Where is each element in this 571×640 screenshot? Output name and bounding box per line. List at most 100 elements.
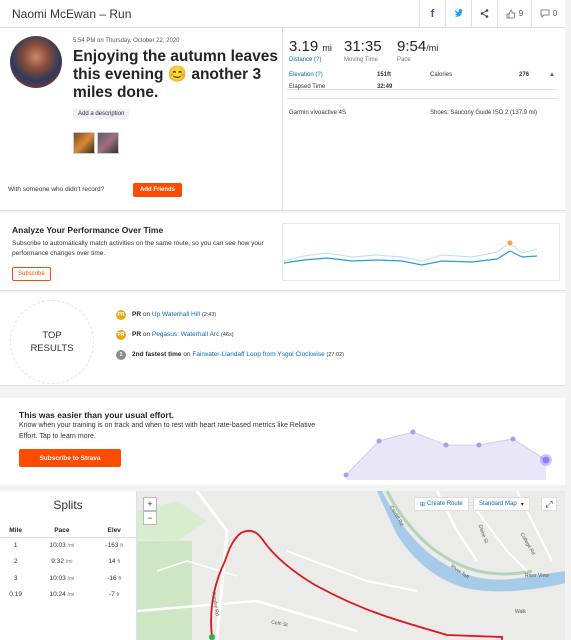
comment-count: 0 bbox=[552, 9, 558, 18]
comment-icon bbox=[540, 9, 550, 18]
info-mark: (?) bbox=[315, 72, 323, 78]
athlete-avatar[interactable] bbox=[10, 36, 62, 88]
moving-time-value: 31:35 bbox=[344, 38, 382, 55]
map-type-label: Standard Map bbox=[479, 501, 517, 507]
effort-point bbox=[410, 429, 416, 435]
achievements-panel: TOP RESULTS PR PR on Up Waterhall Hill (… bbox=[0, 293, 565, 386]
achievement-on: on bbox=[183, 351, 191, 358]
achievement-label: PR bbox=[132, 311, 142, 318]
effort-current-point bbox=[542, 456, 550, 464]
split-pace: 10:24 /mi bbox=[31, 587, 92, 604]
device-name: Garmin vívoactive 4S bbox=[289, 110, 347, 116]
divider bbox=[287, 89, 557, 90]
split-elev: 14 ft bbox=[92, 554, 136, 571]
subscribe-to-strava-button[interactable]: Subscribe to Strava bbox=[19, 449, 121, 467]
analyze-title: Analyze Your Performance Over Time bbox=[12, 225, 164, 235]
split-mile: 2 bbox=[13, 558, 18, 566]
add-friends-button[interactable]: Add Friends bbox=[133, 183, 183, 197]
activity-summary: 5:54 PM on Thursday, October 22, 2020 En… bbox=[0, 28, 565, 211]
relative-effort-title: This was easier than your usual effort. bbox=[19, 410, 174, 420]
share-button[interactable] bbox=[471, 0, 497, 27]
table-row[interactable]: 2 9:32 /mi 14 ft bbox=[0, 554, 136, 571]
activity-title: Enjoying the autumn leaves this evening … bbox=[73, 48, 278, 101]
segment-link[interactable]: Up Waterhall Hill bbox=[152, 311, 200, 318]
zoom-in-button[interactable]: + bbox=[143, 497, 157, 511]
pace-unit: /mi bbox=[67, 592, 75, 599]
route-map[interactable]: River Taff Glebe St Pendre Rd River View… bbox=[136, 491, 565, 640]
elevation-label-link[interactable]: Elevation (?) bbox=[289, 72, 323, 78]
elev-unit: ft bbox=[118, 575, 122, 582]
calories-label: Calories bbox=[430, 72, 453, 78]
comment-button[interactable]: 0 bbox=[531, 0, 565, 27]
elev-unit: ft bbox=[117, 559, 121, 566]
effort-point bbox=[376, 438, 382, 444]
distance-value: 3.19 bbox=[289, 38, 319, 55]
map-canvas bbox=[137, 491, 565, 640]
create-route-button[interactable]: ⊞ Create Route bbox=[414, 497, 469, 511]
split-elev: -16 ft bbox=[92, 570, 136, 587]
chevron-down-icon: ▾ bbox=[520, 501, 524, 508]
elapsed-time-label: Elapsed Time bbox=[289, 84, 326, 90]
splits-title: Splits bbox=[53, 498, 83, 512]
segment-link[interactable]: Fairwater-Llandaff Loop from Ysgol Clock… bbox=[192, 351, 324, 358]
pr-medal-icon: PR bbox=[116, 310, 126, 320]
top-results-badge: TOP RESULTS bbox=[10, 300, 94, 384]
split-pace: 9:32 /mi bbox=[31, 554, 92, 571]
distance-label-link[interactable]: Distance (?) bbox=[289, 57, 332, 63]
kudos-icon bbox=[506, 9, 516, 18]
zoom-out-button[interactable]: − bbox=[143, 511, 157, 525]
add-description-button[interactable]: Add a description bbox=[73, 109, 130, 119]
map-road bbox=[286, 550, 418, 592]
table-row[interactable]: 0.19 10:24 /mi -7 ft bbox=[0, 587, 136, 604]
map-park-area bbox=[137, 541, 192, 640]
achievement-item: 2nd fastest time on Fairwater-Llandaff L… bbox=[132, 351, 344, 358]
elev-unit: ft bbox=[120, 543, 124, 549]
route-icon: ⊞ bbox=[420, 501, 426, 508]
pace-value: 9:54 bbox=[397, 38, 427, 55]
table-row[interactable]: 1 10:03 /mi -163 ft bbox=[0, 537, 136, 554]
relative-effort-chart bbox=[343, 429, 552, 480]
pace-unit: /mi bbox=[65, 559, 73, 566]
info-mark: (?) bbox=[314, 57, 322, 63]
page-title: Naomi McEwan – Run bbox=[12, 6, 132, 21]
achievement-time: (2:43) bbox=[201, 312, 217, 318]
table-row[interactable]: 3 10:03 /mi -16 ft bbox=[0, 570, 136, 587]
badge-line-2: RESULTS bbox=[30, 343, 74, 354]
chart-line bbox=[283, 250, 538, 266]
effort-area bbox=[346, 432, 546, 480]
map-label: Walk bbox=[515, 609, 526, 615]
achievement-time: (46s) bbox=[221, 332, 234, 338]
create-route-label: Create Route bbox=[427, 501, 463, 507]
pace-value: 9:32 bbox=[51, 558, 64, 566]
achievement-on: on bbox=[142, 331, 151, 338]
effort-point bbox=[510, 436, 516, 442]
activity-photo[interactable] bbox=[73, 132, 95, 154]
pace-unit: /mi bbox=[67, 575, 75, 582]
friends-prompt: With someone who didn't record? bbox=[8, 186, 105, 193]
kudos-button[interactable]: 9 bbox=[497, 0, 531, 27]
split-pace: 10:03 /mi bbox=[31, 537, 92, 554]
facebook-share-button[interactable]: f bbox=[419, 0, 445, 27]
activity-photo[interactable] bbox=[97, 132, 119, 154]
subscribe-button[interactable]: Subscribe bbox=[12, 267, 51, 281]
map-type-select[interactable]: Standard Map ▾ bbox=[473, 497, 530, 511]
segment-link[interactable]: Pegasus: Waterhall Arc bbox=[152, 331, 219, 338]
collapse-icon[interactable]: ▲ bbox=[549, 72, 555, 78]
stat-pace: 9:54/mi Pace bbox=[397, 38, 438, 63]
achievement-time: (27:02) bbox=[326, 352, 344, 358]
relative-effort-panel: This was easier than your usual effort. … bbox=[0, 398, 565, 485]
calories-value: 276 bbox=[519, 72, 530, 78]
pace-label: Pace bbox=[397, 57, 411, 63]
shoes-info: Shoes: Saucony Guide ISO 2 (137.9 mi) bbox=[430, 110, 538, 116]
distance-unit: mi bbox=[322, 43, 332, 53]
split-elev: -163 ft bbox=[92, 537, 136, 554]
achievement-on: on bbox=[142, 311, 151, 318]
activity-datetime: 5:54 PM on Thursday, October 22, 2020 bbox=[73, 38, 180, 44]
twitter-share-button[interactable] bbox=[445, 0, 471, 27]
pace-unit: /mi bbox=[67, 543, 75, 549]
share-icon bbox=[480, 9, 489, 18]
achievement-label: PR bbox=[132, 331, 142, 338]
split-mile: 3 bbox=[13, 574, 18, 582]
split-pace: 10:03 /mi bbox=[31, 570, 92, 587]
fullscreen-button[interactable]: ⤢ bbox=[541, 497, 557, 511]
